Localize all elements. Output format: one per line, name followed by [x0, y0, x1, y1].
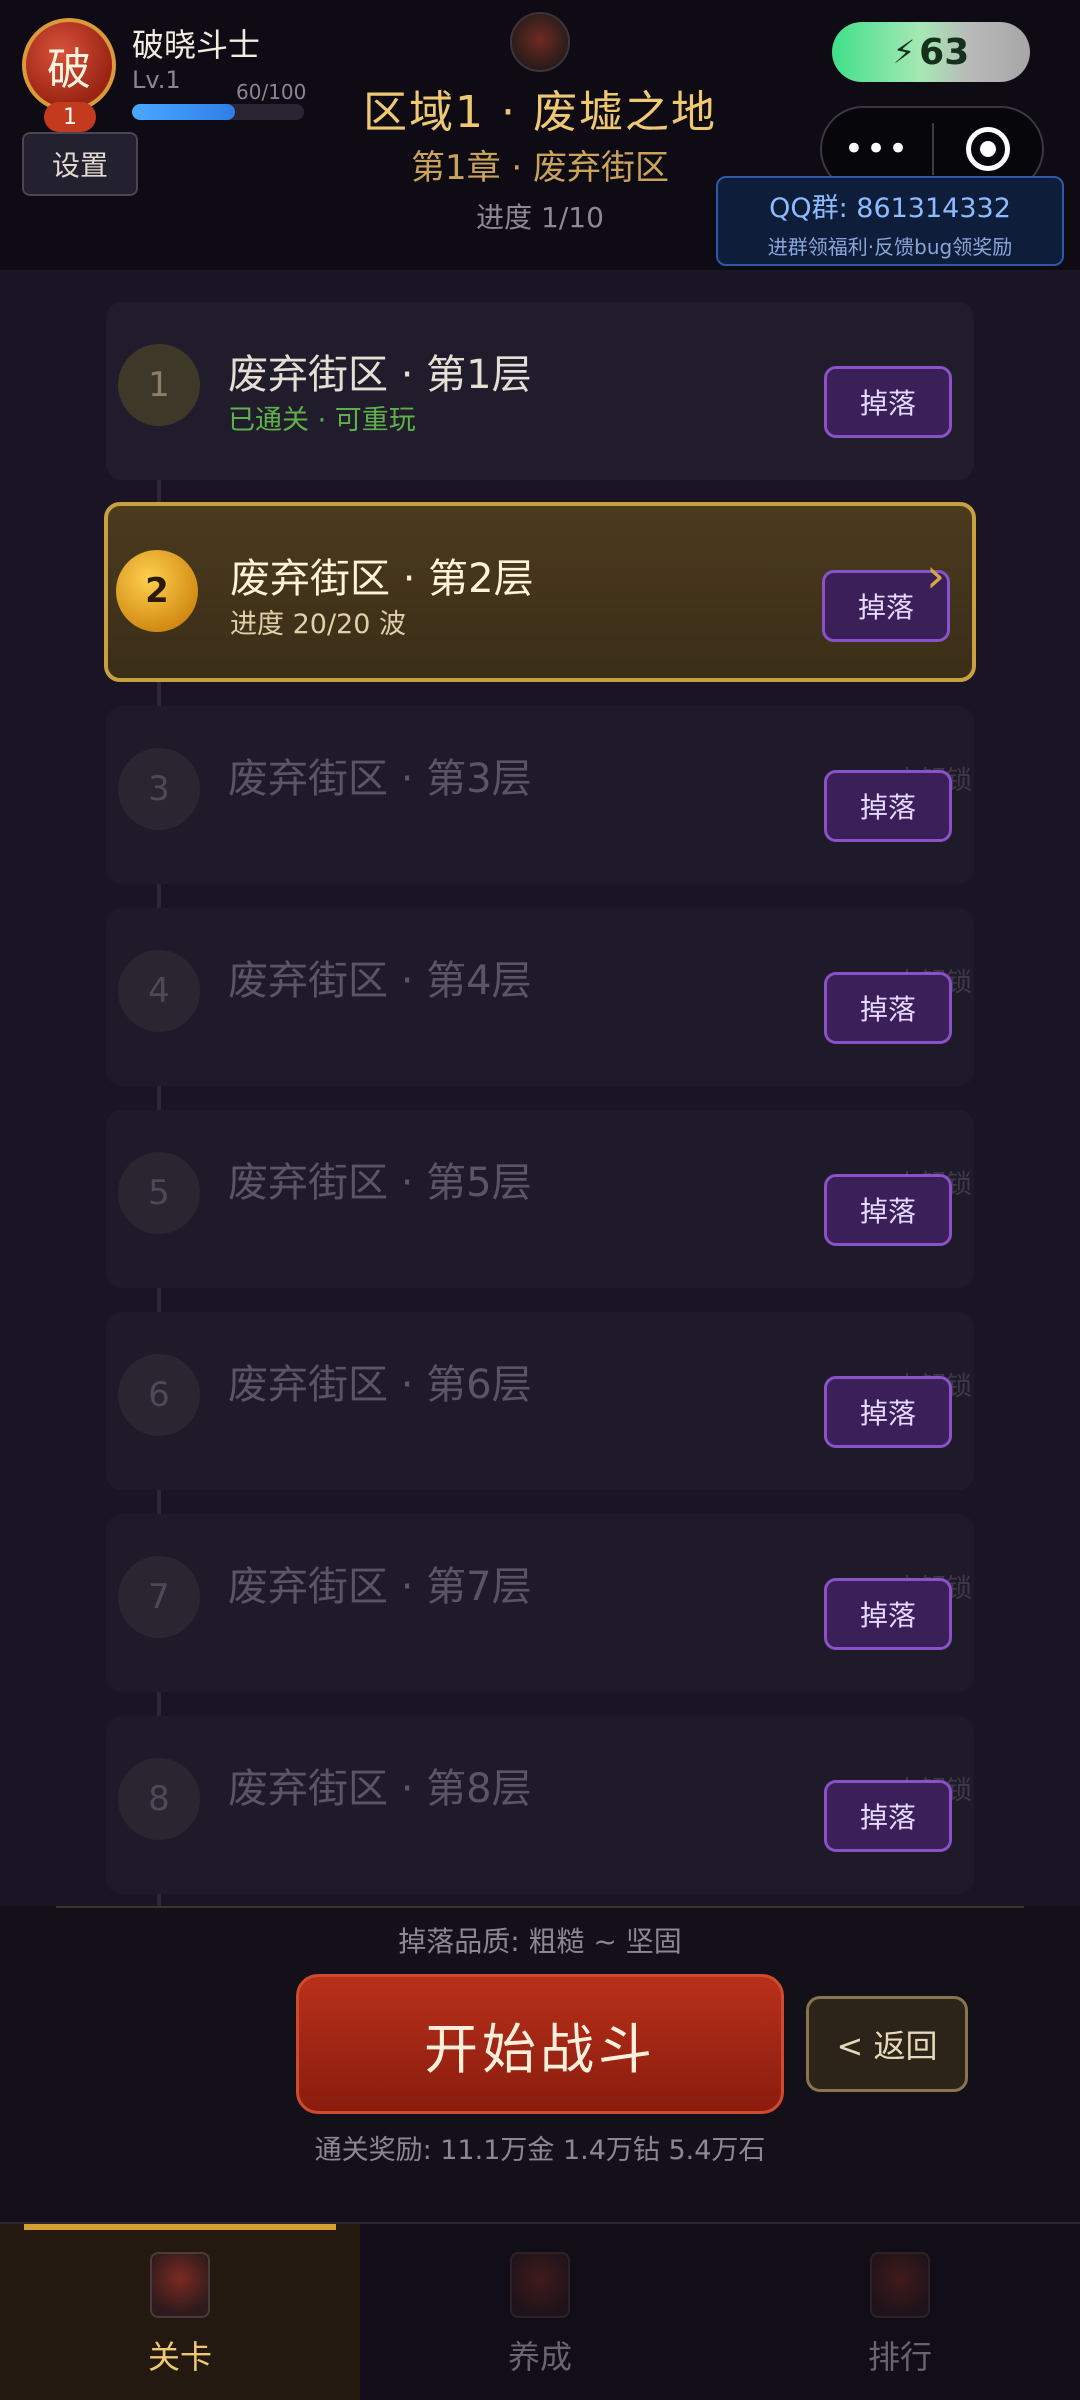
target-close-icon: [966, 127, 1010, 171]
panel-divider: [56, 1906, 1024, 1908]
close-miniprogram-button[interactable]: [934, 127, 1042, 171]
lightning-icon: ⚡: [892, 33, 916, 71]
drop-button[interactable]: 掉落: [824, 1578, 952, 1650]
drop-button[interactable]: 掉落: [824, 1376, 952, 1448]
stage-number-badge: 6: [118, 1354, 200, 1436]
energy-value: 63: [919, 31, 970, 73]
tab-label: 养成: [507, 2338, 572, 2376]
stage-number-badge: 7: [118, 1556, 200, 1638]
drop-button[interactable]: 掉落: [824, 972, 952, 1044]
energy-badge[interactable]: ⚡ 63: [832, 22, 1030, 82]
stage-number-badge: 8: [118, 1758, 200, 1840]
qq-group-note: 进群领福利·反馈bug领奖励: [767, 235, 1013, 259]
stage-status: 已通关 · 可重玩: [228, 405, 416, 436]
bottom-tab-bar: 关卡 养成 排行: [0, 2222, 1080, 2400]
stage-item-3[interactable]: 3 废弃街区 · 第3层 未解锁 掉落: [106, 706, 974, 884]
stage-item-5[interactable]: 5 废弃街区 · 第5层 未解锁 掉落: [106, 1110, 974, 1288]
drop-button[interactable]: 掉落: [824, 1174, 952, 1246]
qq-group-number: QQ群: 861314332: [769, 193, 1011, 224]
upgrade-icon: [510, 2252, 570, 2318]
chevron-right-icon: ›: [926, 548, 946, 604]
tab-label: 排行: [867, 2338, 932, 2376]
top-header: 破 1 破晓斗士 Lv.1 60/100 设置 区域1 · 废墟之地 第1章 ·…: [0, 0, 1080, 270]
tab-upgrade[interactable]: 养成: [360, 2224, 720, 2400]
stage-item-8[interactable]: 8 废弃街区 · 第8层 未解锁 掉落: [106, 1716, 974, 1894]
stage-icon: [150, 2252, 210, 2318]
back-button[interactable]: < 返回: [806, 1996, 968, 2092]
stage-item-7[interactable]: 7 废弃街区 · 第7层 未解锁 掉落: [106, 1514, 974, 1692]
tab-label: 关卡: [147, 2338, 212, 2376]
drop-button[interactable]: 掉落: [824, 366, 952, 438]
player-name: 破晓斗士: [132, 26, 261, 64]
drop-quality-text: 掉落品质: 粗糙 ~ 坚固: [398, 1925, 682, 1958]
stage-item-6[interactable]: 6 废弃街区 · 第6层 未解锁 掉落: [106, 1312, 974, 1490]
stage-progress: 进度 20/20 波: [230, 609, 406, 640]
start-battle-button[interactable]: 开始战斗: [296, 1974, 784, 2114]
tab-ranking[interactable]: 排行: [720, 2224, 1080, 2400]
stage-name: 废弃街区 · 第6层: [228, 1362, 532, 1408]
stage-number-badge: 1: [118, 344, 200, 426]
stage-number-badge: 2: [116, 550, 198, 632]
more-options-button[interactable]: •••: [822, 129, 932, 169]
stage-item-2[interactable]: 2 废弃街区 · 第2层 进度 20/20 波 掉落 ›: [104, 502, 976, 682]
stage-list[interactable]: 1 废弃街区 · 第1层 已通关 · 可重玩 掉落 2 废弃街区 · 第2层 进…: [0, 270, 1080, 1906]
tab-stages[interactable]: 关卡: [0, 2224, 360, 2400]
drop-button[interactable]: 掉落: [824, 1780, 952, 1852]
qq-group-banner[interactable]: QQ群: 861314332 进群领福利·反馈bug领奖励: [716, 176, 1064, 266]
stage-name: 废弃街区 · 第5层: [228, 1160, 532, 1206]
stage-name: 废弃街区 · 第7层: [228, 1564, 532, 1610]
stage-name: 废弃街区 · 第3层: [228, 756, 532, 802]
active-tab-indicator: [24, 2224, 336, 2230]
stage-name: 废弃街区 · 第8层: [228, 1766, 532, 1812]
battle-action-panel: 掉落品质: 粗糙 ~ 坚固 开始战斗 < 返回 通关奖励: 11.1万金 1.4…: [0, 1906, 1080, 2222]
stage-number-badge: 5: [118, 1152, 200, 1234]
stage-name: 废弃街区 · 第1层: [228, 352, 532, 398]
stage-name: 废弃街区 · 第2层: [230, 556, 534, 602]
stage-item-4[interactable]: 4 废弃街区 · 第4层 未解锁 掉落: [106, 908, 974, 1086]
drop-button[interactable]: 掉落: [824, 770, 952, 842]
stage-number-badge: 3: [118, 748, 200, 830]
region-emblem-icon: [510, 12, 570, 72]
stage-name: 废弃街区 · 第4层: [228, 958, 532, 1004]
stage-item-1[interactable]: 1 废弃街区 · 第1层 已通关 · 可重玩 掉落: [106, 302, 974, 480]
ranking-icon: [870, 2252, 930, 2318]
stage-number-badge: 4: [118, 950, 200, 1032]
clear-reward-text: 通关奖励: 11.1万金 1.4万钻 5.4万石: [314, 2135, 766, 2166]
